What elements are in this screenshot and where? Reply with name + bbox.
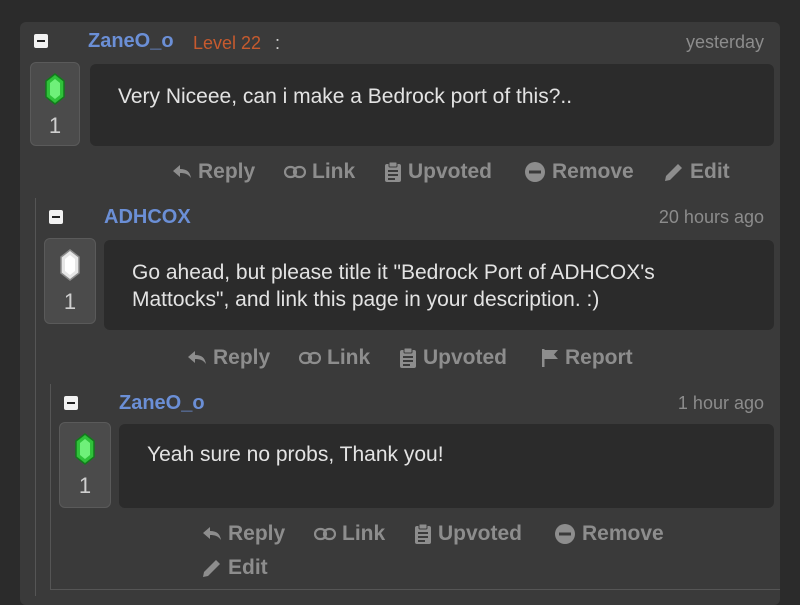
emerald-icon <box>45 73 65 105</box>
iron-gem-icon <box>60 249 80 281</box>
clipboard-icon <box>400 347 416 368</box>
link-button[interactable]: Link <box>299 346 370 370</box>
report-label: Report <box>565 346 633 369</box>
edit-button[interactable]: Edit <box>664 160 730 184</box>
edit-label: Edit <box>690 160 730 183</box>
upvoted-label: Upvoted <box>423 346 507 369</box>
remove-label: Remove <box>552 160 634 183</box>
vote-box[interactable]: 1 <box>44 238 96 324</box>
reply-button[interactable]: Reply <box>187 346 270 370</box>
author-level: Level 22 <box>193 33 262 53</box>
comment-author[interactable]: ZaneO_o <box>119 392 205 415</box>
link-icon <box>299 351 321 365</box>
collapse-button[interactable] <box>64 396 78 410</box>
vote-count: 1 <box>78 473 92 498</box>
reply-button[interactable]: Reply <box>202 522 285 546</box>
pencil-icon <box>203 560 220 577</box>
collapse-button[interactable] <box>49 210 63 224</box>
thread-line <box>50 589 780 590</box>
link-label: Link <box>327 346 371 369</box>
comment-time: 1 hour ago <box>677 393 764 413</box>
report-button[interactable]: Report <box>541 346 633 370</box>
reply-button[interactable]: Reply <box>172 160 255 184</box>
comment-author[interactable]: ADHCOX <box>104 206 191 229</box>
link-button[interactable]: Link <box>314 522 385 546</box>
clipboard-icon <box>415 523 431 544</box>
emerald-icon <box>75 433 95 465</box>
vote-count: 1 <box>48 113 62 138</box>
comment-author[interactable]: ZaneO_o <box>88 30 174 53</box>
remove-button[interactable]: Remove <box>524 160 634 184</box>
reply-icon <box>188 351 206 364</box>
vote-box[interactable]: 1 <box>59 422 111 508</box>
clipboard-icon <box>385 161 401 182</box>
separator: : <box>275 33 281 53</box>
link-label: Link <box>312 160 356 183</box>
comment-time: yesterday <box>685 32 764 52</box>
thread-line <box>50 384 51 589</box>
upvoted-label: Upvoted <box>438 522 522 545</box>
collapse-button[interactable] <box>34 34 48 48</box>
comment-text: Very Niceee, can i make a Bedrock port o… <box>90 64 774 146</box>
edit-button[interactable]: Edit <box>202 556 268 580</box>
comment-text: Yeah sure no probs, Thank you! <box>119 424 774 508</box>
remove-button[interactable]: Remove <box>554 522 664 546</box>
reply-icon <box>203 527 221 540</box>
upvoted-label: Upvoted <box>408 160 492 183</box>
upvoted-button[interactable]: Upvoted <box>399 346 507 370</box>
vote-count: 1 <box>63 289 77 314</box>
reply-icon <box>173 165 191 178</box>
reply-label: Reply <box>228 522 286 545</box>
link-label: Link <box>342 522 386 545</box>
link-icon <box>314 527 336 541</box>
link-icon <box>284 165 306 179</box>
vote-box[interactable]: 1 <box>30 62 80 146</box>
link-button[interactable]: Link <box>284 160 355 184</box>
reply-label: Reply <box>198 160 256 183</box>
minus-circle-icon <box>555 524 575 544</box>
upvoted-button[interactable]: Upvoted <box>414 522 522 546</box>
pencil-icon <box>665 164 682 181</box>
flag-icon <box>542 349 558 367</box>
reply-label: Reply <box>213 346 271 369</box>
thread-line <box>35 198 36 596</box>
upvoted-button[interactable]: Upvoted <box>384 160 492 184</box>
minus-circle-icon <box>525 162 545 182</box>
remove-label: Remove <box>582 522 664 545</box>
comment-time: 20 hours ago <box>658 207 764 227</box>
edit-label: Edit <box>228 556 268 579</box>
comment-text: Go ahead, but please title it "Bedrock P… <box>104 240 774 330</box>
